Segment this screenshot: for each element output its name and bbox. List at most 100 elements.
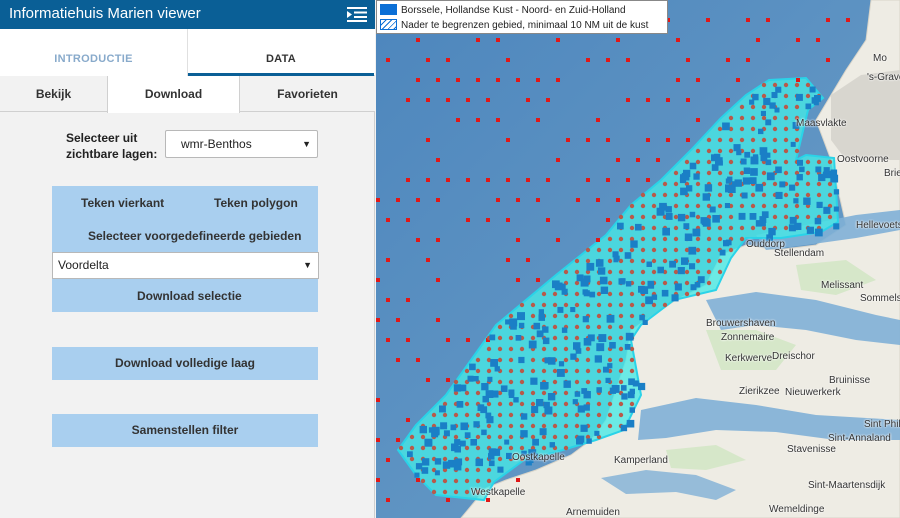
benthos-sample-square [488,460,495,467]
survey-point [406,298,410,302]
grid-sample-point [673,203,679,209]
survey-point [406,218,410,222]
grid-sample-point [563,401,569,407]
draw-polygon-button[interactable]: Teken polygon [214,196,298,210]
benthos-sample-square [618,278,625,285]
grid-sample-point [629,401,635,407]
grid-sample-point [607,401,613,407]
tab-introductie[interactable]: INTRODUCTIE [0,29,187,76]
benthos-sample-square [582,289,588,295]
survey-point [396,198,400,202]
grid-sample-point [607,302,613,308]
benthos-sample-square [456,401,464,408]
layer-select[interactable]: wmr-Benthos ▼ [165,130,318,158]
survey-point [436,198,440,202]
benthos-sample-square [532,438,539,446]
grid-sample-point [585,247,591,253]
survey-point [446,58,450,62]
grid-sample-point [706,148,712,154]
benthos-sample-square [464,432,471,438]
grid-sample-point [629,225,635,231]
grid-sample-point [541,390,547,396]
grid-sample-point [728,214,734,220]
survey-point [426,258,430,262]
grid-sample-point [750,137,756,143]
grid-sample-point [541,434,547,440]
grid-sample-point [541,368,547,374]
place-label: Oostkapelle [512,452,565,463]
tab-bekijk[interactable]: Bekijk [0,76,107,112]
grid-sample-point [640,269,646,275]
grid-sample-point [618,214,624,220]
map-canvas[interactable] [376,0,900,518]
benthos-sample-square [755,220,763,227]
place-label: Bruinisse [829,375,871,386]
benthos-sample-square [635,223,642,231]
survey-point [516,198,520,202]
benthos-sample-square [572,399,578,405]
tab-favorieten[interactable]: Favorieten [240,76,375,112]
grid-sample-point [783,115,789,121]
grid-sample-point [607,357,613,363]
benthos-sample-square [594,355,602,363]
benthos-sample-square [434,458,442,465]
survey-point [446,178,450,182]
map-view[interactable]: Mo 's-Gravenz Maasvlakte Oostvoorne Brie… [376,0,900,518]
grid-sample-point [475,478,481,484]
layer-select-label: Selecteer uit zichtbare lagen: [66,131,158,161]
benthos-sample-square [598,334,607,342]
benthos-sample-square [515,335,522,341]
grid-sample-point [717,269,723,275]
grid-sample-point [519,302,525,308]
benthos-sample-square [542,337,550,345]
grid-sample-point [618,313,624,319]
tab-download[interactable]: Download [107,76,240,113]
benthos-sample-square [586,438,592,444]
tab-data[interactable]: DATA [187,29,374,76]
survey-point [436,78,440,82]
build-filter-button[interactable]: Samenstellen filter [52,414,318,447]
grid-sample-point [508,434,514,440]
grid-sample-point [717,170,723,176]
predefined-areas-label: Selecteer voorgedefineerde gebieden [88,229,302,243]
grid-sample-point [816,159,822,165]
grid-sample-point [750,126,756,132]
survey-point [486,98,490,102]
benthos-sample-square [606,314,615,323]
survey-point [386,218,390,222]
draw-tools-panel: Teken vierkant Teken polygon Selecteer v… [52,186,319,312]
legend-item: Nader te begrenzen gebied, minimaal 10 N… [380,19,648,33]
benthos-sample-square [488,453,495,460]
survey-point [406,338,410,342]
grid-sample-point [453,489,459,495]
app-title: Informatiehuis Marien viewer [9,5,201,22]
survey-point [386,338,390,342]
survey-point [396,438,400,442]
survey-point [596,118,600,122]
grid-sample-point [519,390,525,396]
download-selection-button[interactable]: Download selectie [137,289,242,303]
benthos-sample-square [583,404,590,411]
benthos-sample-square [749,177,757,184]
collapse-menu-icon[interactable] [347,6,367,22]
benthos-sample-square [725,178,732,184]
grid-sample-point [629,203,635,209]
benthos-sample-square [533,322,541,330]
grid-sample-point [552,346,558,352]
benthos-sample-square [724,203,730,209]
grid-sample-point [607,280,613,286]
grid-sample-point [717,148,723,154]
survey-point [616,198,620,202]
benthos-sample-square [731,181,737,187]
benthos-sample-square [743,167,751,174]
benthos-sample-square [577,435,585,443]
survey-point [456,118,460,122]
download-full-layer-button[interactable]: Download volledige laag [52,347,318,380]
benthos-sample-square [671,294,679,302]
survey-point [386,258,390,262]
predefined-area-select[interactable]: Voordelta ▼ [52,252,319,279]
draw-square-button[interactable]: Teken vierkant [81,196,164,210]
grid-sample-point [596,423,602,429]
benthos-sample-square [563,380,571,388]
benthos-sample-square [530,377,538,385]
